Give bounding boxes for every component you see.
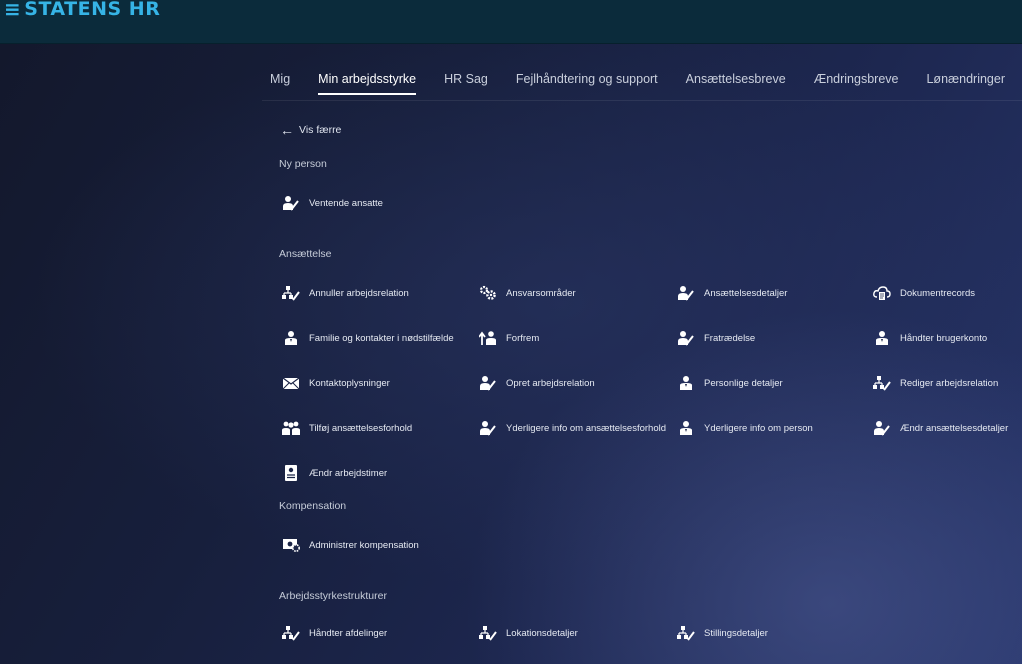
person-edit-icon (479, 374, 497, 392)
item-label: Yderligere info om person (704, 422, 813, 434)
org-edit-icon (479, 624, 497, 642)
main-content: Mig Min arbejdsstyrke HR Sag Fejlhåndter… (0, 44, 1022, 664)
item-label: Personlige detaljer (704, 377, 783, 389)
item-label: Lokationsdetaljer (506, 627, 578, 639)
org-edit-icon (873, 374, 891, 392)
item-label: Administrer kompensation (309, 539, 419, 551)
item-label: Ansættelsesdetaljer (704, 287, 788, 299)
item-label: Håndter brugerkonto (900, 332, 988, 344)
quick-action-item[interactable]: Rediger arbejdsrelation (873, 374, 998, 392)
item-label: Ændr ansættelsesdetaljer (900, 422, 1009, 434)
person-icon (677, 374, 695, 392)
app-brand[interactable]: ≡ STATENS HR (4, 0, 160, 21)
person-edit-icon (873, 419, 891, 437)
org-edit-icon (677, 624, 695, 642)
item-label: Fratrædelse (704, 332, 756, 344)
tab-mig[interactable]: Mig (262, 72, 298, 95)
person-icon (677, 419, 695, 437)
quick-action-item[interactable]: Forfrem (479, 329, 539, 347)
person-edit-icon (282, 194, 300, 212)
cloud-document-icon (873, 284, 891, 302)
quick-action-item[interactable]: Håndter afdelinger (282, 624, 387, 642)
item-label: Ændr arbejdstimer (309, 467, 388, 479)
tab-min-arbejdsstyrke[interactable]: Min arbejdsstyrke (310, 72, 424, 95)
quick-action-item[interactable]: Stillingsdetaljer (677, 624, 768, 642)
section-title-ansaettelse: Ansættelse (279, 248, 332, 260)
envelope-icon (282, 374, 300, 392)
item-label: Yderligere info om ansættelsesforhold (506, 422, 667, 434)
item-label: Stillingsdetaljer (704, 627, 768, 639)
people-icon (282, 419, 300, 437)
quick-action-item[interactable]: Ændr arbejdstimer (282, 464, 387, 482)
person-edit-icon (677, 284, 695, 302)
quick-action-item[interactable]: Yderligere info om person (677, 419, 813, 437)
person-edit-icon (677, 329, 695, 347)
item-label: Opret arbejdsrelation (506, 377, 595, 389)
top-bar: ≡ STATENS HR (0, 0, 1022, 44)
quick-action-item[interactable]: Kontaktoplysninger (282, 374, 390, 392)
tab-bar: Mig Min arbejdsstyrke HR Sag Fejlhåndter… (262, 72, 1022, 100)
tab-aendringsbreve[interactable]: Ændringsbreve (806, 72, 907, 95)
org-edit-icon (282, 624, 300, 642)
tab-loenaendringer[interactable]: Lønændringer (918, 72, 1013, 95)
item-label: Kontaktoplysninger (309, 377, 390, 389)
quick-action-item[interactable]: Ansvarsområder (479, 284, 576, 302)
item-label: Ansvarsområder (506, 287, 576, 299)
item-label: Håndter afdelinger (309, 627, 388, 639)
hamburger-menu-icon[interactable]: ≡ (4, 0, 21, 21)
arrow-left-icon: ← (280, 122, 294, 138)
money-gear-icon (282, 536, 300, 554)
gears-icon (479, 284, 497, 302)
badge-icon (282, 464, 300, 482)
item-label: Forfrem (506, 332, 540, 344)
quick-action-item[interactable]: Fratrædelse (677, 329, 755, 347)
person-promote-icon (479, 329, 497, 347)
item-label: Familie og kontakter i nødstilfælde (309, 332, 454, 344)
quick-action-item[interactable]: Yderligere info om ansættelsesforhold (479, 419, 666, 437)
tab-divider (262, 100, 1022, 101)
item-label: Annuller arbejdsrelation (309, 287, 409, 299)
quick-action-item[interactable]: Opret arbejdsrelation (479, 374, 595, 392)
quick-action-item[interactable]: Ændr ansættelsesdetaljer (873, 419, 1008, 437)
org-edit-icon (282, 284, 300, 302)
section-title-kompensation: Kompensation (279, 500, 347, 512)
show-less-label: Vis færre (299, 124, 342, 136)
tab-fejlhaandtering[interactable]: Fejlhåndtering og support (508, 72, 666, 95)
quick-action-item[interactable]: Personlige detaljer (677, 374, 783, 392)
item-label: Tilføj ansættelsesforhold (309, 422, 413, 434)
quick-action-item[interactable]: Ansættelsesdetaljer (677, 284, 787, 302)
quick-action-item[interactable]: Familie og kontakter i nødstilfælde (282, 329, 454, 347)
item-label: Dokumentrecords (900, 287, 975, 299)
quick-action-item[interactable]: Håndter brugerkonto (873, 329, 987, 347)
quick-action-item[interactable]: Dokumentrecords (873, 284, 975, 302)
section-title-ny-person: Ny person (279, 158, 327, 170)
app-title: STATENS HR (24, 0, 161, 20)
quick-action-item[interactable]: Administrer kompensation (282, 536, 419, 554)
person-icon (282, 329, 300, 347)
tab-hr-sag[interactable]: HR Sag (436, 72, 496, 95)
item-label: Rediger arbejdsrelation (900, 377, 999, 389)
quick-action-item[interactable]: Lokationsdetaljer (479, 624, 578, 642)
quick-action-item[interactable]: Annuller arbejdsrelation (282, 284, 409, 302)
item-label: Ventende ansatte (309, 197, 383, 209)
person-edit-icon (479, 419, 497, 437)
quick-action-item[interactable]: Ventende ansatte (282, 194, 383, 212)
person-icon (873, 329, 891, 347)
show-less-link[interactable]: ← Vis færre (280, 122, 342, 138)
tab-ansaettelsesbreve[interactable]: Ansættelsesbreve (678, 72, 794, 95)
section-title-arbejdsstyrkestrukturer: Arbejdsstyrkestrukturer (279, 590, 387, 602)
quick-action-item[interactable]: Tilføj ansættelsesforhold (282, 419, 412, 437)
